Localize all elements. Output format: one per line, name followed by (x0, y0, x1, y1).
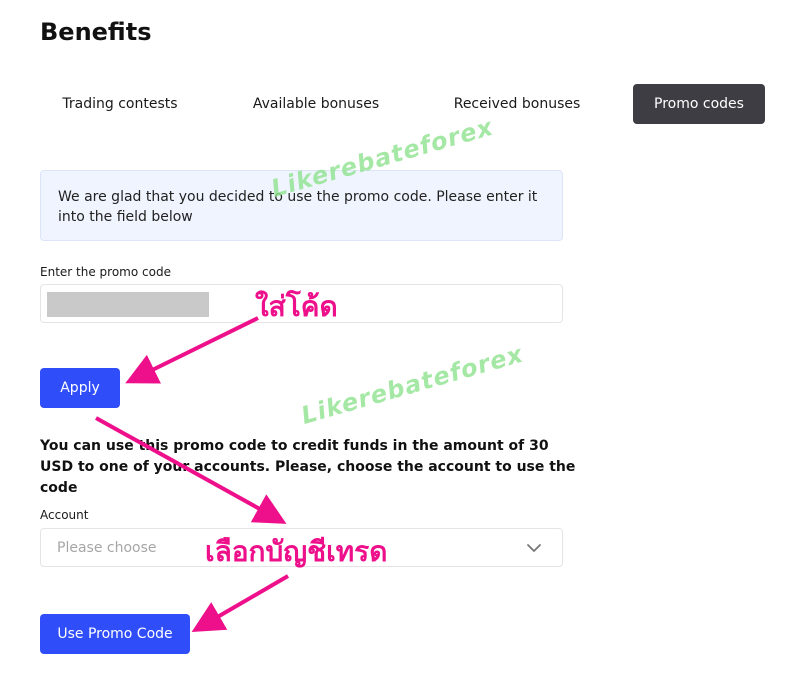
arrow-to-account (95, 416, 287, 524)
arrow-to-use-code (191, 574, 290, 633)
annotation-choose-account: เลือกบัญชีเทรด (205, 535, 388, 568)
annotation-enter-code: ใส่โค้ด (255, 290, 338, 323)
annotation-arrows (95, 316, 290, 633)
arrow-to-apply (125, 316, 259, 384)
